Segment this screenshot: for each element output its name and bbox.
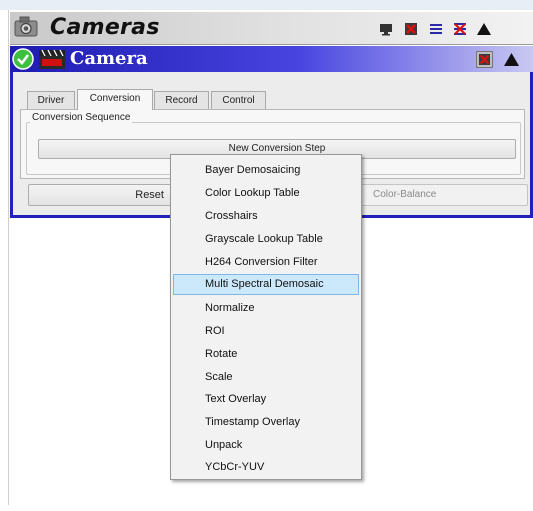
conversion-step-menu: Bayer Demosaicing Color Lookup Table Cro… <box>170 154 362 480</box>
tab-label: Record <box>165 95 198 106</box>
tab-control[interactable]: Control <box>211 91 266 109</box>
menu-item-crosshairs[interactable]: Crosshairs <box>173 206 359 227</box>
checkmark-icon <box>12 48 34 70</box>
menu-item-h264-conversion-filter[interactable]: H264 Conversion Filter <box>173 252 359 273</box>
menu-item-bayer-demosaicing[interactable]: Bayer Demosaicing <box>173 160 359 181</box>
menu-item-scale[interactable]: Scale <box>173 367 359 388</box>
live-clapper-icon <box>39 49 65 69</box>
cameras-title-bar: Cameras <box>10 12 533 45</box>
camera-icon <box>14 16 38 37</box>
menu-item-text-overlay[interactable]: Text Overlay <box>173 389 359 410</box>
cameras-window-title: Cameras <box>50 15 160 40</box>
tab-record[interactable]: Record <box>154 91 209 109</box>
eject-icon[interactable] <box>476 21 492 37</box>
menu-item-roi[interactable]: ROI <box>173 321 359 342</box>
tab-label: Driver <box>37 95 65 106</box>
close-x-icon[interactable] <box>452 21 468 37</box>
menu-item-ycbcr-yuv[interactable]: YCbCr-YUV <box>173 457 359 478</box>
conversion-sequence-label: Conversion Sequence <box>30 112 133 123</box>
tab-driver[interactable]: Driver <box>27 91 75 109</box>
camera-window-title: Camera <box>70 48 148 69</box>
top-strip <box>0 0 533 10</box>
tab-label: Conversion <box>89 93 141 104</box>
monitor-icon[interactable] <box>378 21 394 37</box>
film-close-icon[interactable] <box>403 21 419 37</box>
reset-button[interactable]: Reset <box>28 184 173 206</box>
menu-item-rotate[interactable]: Rotate <box>173 344 359 365</box>
menu-item-multi-spectral-demosaic[interactable]: Multi Spectral Demosaic <box>173 274 359 295</box>
camera-title-bar: Camera <box>10 46 533 72</box>
menu-icon[interactable] <box>428 21 444 37</box>
menu-item-timestamp-overlay[interactable]: Timestamp Overlay <box>173 412 359 433</box>
film-close-icon[interactable] <box>476 51 493 68</box>
tab-label: Control <box>222 95 255 106</box>
menu-item-unpack[interactable]: Unpack <box>173 435 359 456</box>
tab-conversion[interactable]: Conversion <box>77 89 153 110</box>
menu-item-grayscale-lookup-table[interactable]: Grayscale Lookup Table <box>173 229 359 250</box>
menu-item-color-lookup-table[interactable]: Color Lookup Table <box>173 183 359 204</box>
color-balance-button[interactable]: Color-Balance <box>358 184 528 206</box>
menu-item-normalize[interactable]: Normalize <box>173 298 359 319</box>
eject-icon[interactable] <box>503 51 520 68</box>
